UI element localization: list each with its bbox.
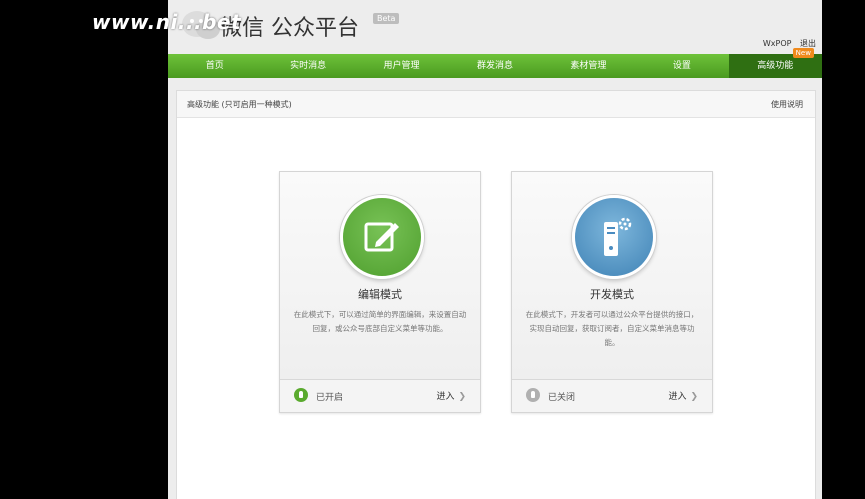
dev-mode-icon-circle [572, 195, 656, 279]
nav-item-materials[interactable]: 素材管理 [542, 54, 635, 78]
edit-mode-icon-circle [340, 195, 424, 279]
watermark-text: www.ni...bet [92, 10, 242, 34]
dev-mode-enter-button[interactable]: 进入 ❯ [668, 389, 698, 402]
edit-mode-card: 编辑模式 在此模式下，可以通过简单的界面编辑，来设置自动回复，或公众号底部自定义… [279, 171, 481, 413]
edit-mode-status: 已开启 [316, 393, 344, 403]
chevron-right-icon: ❯ [458, 392, 466, 402]
edit-mode-enter-label: 进入 [436, 392, 455, 402]
help-link[interactable]: 使用说明 [771, 99, 803, 110]
dev-mode-footer: 已关闭 进入 ❯ [512, 379, 712, 412]
new-badge: New [792, 48, 814, 58]
pencil-icon [364, 222, 399, 252]
content-panel: 高级功能 (只可启用一种模式) 使用说明 编辑模式 在此模式下，可以通过简单的界… [176, 90, 816, 499]
header: 微信 公众平台 Beta WxPOP 退出 [168, 0, 822, 54]
logout-link[interactable]: 退出 [800, 39, 816, 48]
dev-mode-enter-label: 进入 [668, 392, 687, 402]
edit-mode-title: 编辑模式 [358, 288, 402, 301]
dev-mode-title: 开发模式 [590, 288, 634, 301]
content-header: 高级功能 (只可启用一种模式) 使用说明 [177, 91, 815, 118]
main-nav: 首页 实时消息 用户管理 群发消息 素材管理 设置 高级功能 New [168, 48, 822, 78]
chevron-right-icon: ❯ [690, 392, 698, 402]
bulb-off-icon [526, 388, 540, 402]
wechat-platform-page: 微信 公众平台 Beta WxPOP 退出 首页 实时消息 用户管理 群发消息 … [168, 0, 822, 499]
edit-mode-enter-button[interactable]: 进入 ❯ [436, 389, 466, 402]
nav-item-home[interactable]: 首页 [168, 54, 261, 78]
dev-mode-status: 已关闭 [548, 393, 576, 403]
nav-item-realtime-messages[interactable]: 实时消息 [261, 54, 354, 78]
username-link[interactable]: WxPOP [763, 39, 792, 48]
nav-item-mass-messages[interactable]: 群发消息 [448, 54, 541, 78]
edit-mode-footer: 已开启 进入 ❯ [280, 379, 480, 412]
server-gear-icon [604, 217, 632, 256]
nav-item-advanced[interactable]: 高级功能 New [728, 48, 822, 78]
nav-item-user-management[interactable]: 用户管理 [355, 54, 448, 78]
nav-item-advanced-label: 高级功能 [757, 61, 794, 71]
edit-mode-description: 在此模式下，可以通过简单的界面编辑，来设置自动回复，或公众号底部自定义菜单等功能… [293, 310, 467, 333]
bulb-on-icon [294, 388, 308, 402]
dev-mode-description: 在此模式下，开发者可以通过公众平台提供的接口，实现自动回复，获取订阅者，自定义菜… [525, 310, 699, 347]
section-title: 高级功能 (只可启用一种模式) [187, 100, 292, 109]
beta-badge: Beta [373, 13, 400, 24]
nav-item-settings[interactable]: 设置 [635, 54, 728, 78]
dev-mode-card: 开发模式 在此模式下，开发者可以通过公众平台提供的接口，实现自动回复，获取订阅者… [511, 171, 713, 413]
